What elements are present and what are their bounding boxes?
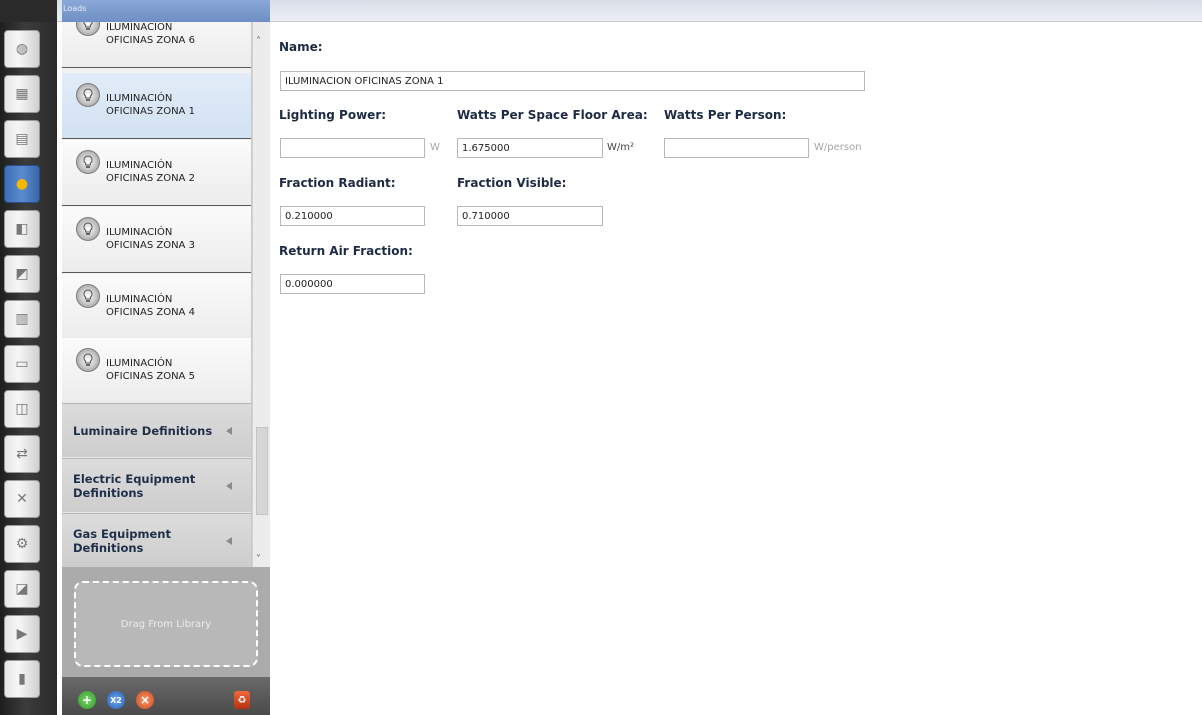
header-dark-area xyxy=(0,0,57,22)
run-simulation-icon[interactable]: ▶ xyxy=(4,615,40,653)
list-item-label: OFICINAS ZONA 3 xyxy=(106,240,195,251)
variables-icon[interactable]: ✕ xyxy=(4,480,40,518)
add-icon[interactable]: + xyxy=(78,691,96,709)
remove-icon[interactable]: × xyxy=(136,691,154,709)
facility-icon[interactable]: ▥ xyxy=(4,300,40,338)
lighting-power-unit: W xyxy=(430,142,440,153)
fraction-radiant-label: Fraction Radiant: xyxy=(279,176,396,190)
list-scrollbar[interactable]: ˄ ˅ xyxy=(252,22,270,567)
geometry-icon[interactable]: ◩ xyxy=(4,255,40,293)
purge-icon[interactable]: ♻ xyxy=(234,691,250,709)
space-types-icon[interactable]: ◧ xyxy=(4,210,40,248)
scroll-down-icon[interactable]: ˅ xyxy=(256,554,261,565)
list-item[interactable]: ILUMINACIÓN OFICINAS ZONA 4 xyxy=(62,274,251,340)
section-label: Electric Equipment Definitions xyxy=(73,471,196,500)
lighting-power-field[interactable] xyxy=(280,138,425,158)
list-item-label: OFICINAS ZONA 5 xyxy=(106,371,195,382)
list-item-label: OFICINAS ZONA 2 xyxy=(106,173,195,184)
expand-arrow-icon xyxy=(226,427,232,435)
list-item-selected[interactable]: ILUMINACIÓN OFICINAS ZONA 1 xyxy=(62,73,251,139)
constructions-icon[interactable]: ▤ xyxy=(4,120,40,158)
light-bulb-icon xyxy=(76,22,100,36)
thermal-zones-icon[interactable]: ◫ xyxy=(4,390,40,428)
scripts-icon[interactable]: ◪ xyxy=(4,570,40,608)
scroll-up-icon[interactable]: ˄ xyxy=(256,36,261,47)
list-item-label: ILUMINACIÓN xyxy=(106,160,173,171)
section-label: Luminaire Definitions xyxy=(73,423,213,438)
section-label: Gas Equipment Definitions xyxy=(73,526,171,555)
watts-area-label: Watts Per Space Floor Area: xyxy=(457,108,648,122)
top-header: Loads xyxy=(0,0,1202,22)
loads-list: ILUMINACIÓN OFICINAS ZONA 6 ILUMINACIÓN … xyxy=(62,22,252,567)
spaces-icon[interactable]: ▭ xyxy=(4,345,40,383)
light-bulb-icon xyxy=(76,150,100,174)
light-bulb-icon xyxy=(76,284,100,308)
watts-area-unit: W/m² xyxy=(607,142,635,153)
fraction-visible-field[interactable] xyxy=(457,206,603,226)
light-bulb-icon xyxy=(76,348,100,372)
list-item[interactable]: ILUMINACIÓN OFICINAS ZONA 3 xyxy=(62,207,251,273)
drag-from-library-zone[interactable]: Drag From Library xyxy=(74,581,258,667)
return-air-label: Return Air Fraction: xyxy=(279,244,413,258)
name-field[interactable] xyxy=(280,71,865,91)
list-actions-bar: + X2 × ♻ xyxy=(62,677,270,715)
watts-person-unit: W/person xyxy=(814,142,862,153)
fraction-radiant-field[interactable] xyxy=(280,206,425,226)
scroll-thumb[interactable] xyxy=(256,427,268,515)
schedules-icon[interactable]: ▦ xyxy=(4,75,40,113)
watts-person-label: Watts Per Person: xyxy=(664,108,787,122)
list-item[interactable]: ILUMINACIÓN OFICINAS ZONA 5 xyxy=(62,338,251,404)
list-item-label: ILUMINACIÓN xyxy=(106,227,173,238)
list-item-label: OFICINAS ZONA 1 xyxy=(106,106,195,117)
watts-person-field[interactable] xyxy=(664,138,809,158)
list-item-label: OFICINAS ZONA 4 xyxy=(106,307,195,318)
list-item[interactable]: ILUMINACIÓN OFICINAS ZONA 2 xyxy=(62,140,251,206)
watts-area-field[interactable] xyxy=(457,138,603,158)
library-panel: Drag From Library xyxy=(62,567,270,677)
section-luminaire-definitions[interactable]: Luminaire Definitions xyxy=(62,403,251,458)
list-item-label: ILUMINACIÓN xyxy=(106,22,173,33)
inspector-form: Name: Lighting Power: W Watts Per Space … xyxy=(272,22,1202,715)
light-bulb-icon xyxy=(76,83,100,107)
loads-icon[interactable]: ● xyxy=(4,165,40,203)
copy-icon[interactable]: X2 xyxy=(107,691,125,709)
lighting-power-label: Lighting Power: xyxy=(279,108,387,122)
main-toolbar: ◍ ▦ ▤ ● ◧ ◩ ▥ ▭ ◫ ⇄ ✕ ⚙ ◪ ▶ ▮ xyxy=(0,22,57,715)
list-item[interactable]: ILUMINACIÓN OFICINAS ZONA 6 xyxy=(62,22,251,68)
list-item-label: ILUMINACIÓN xyxy=(106,93,173,104)
return-air-field[interactable] xyxy=(280,274,425,294)
section-electric-equipment-definitions[interactable]: Electric Equipment Definitions xyxy=(62,458,251,513)
light-bulb-icon xyxy=(76,217,100,241)
section-gas-equipment-definitions[interactable]: Gas Equipment Definitions xyxy=(62,513,251,567)
site-icon[interactable]: ◍ xyxy=(4,30,40,68)
expand-arrow-icon xyxy=(226,482,232,490)
name-label: Name: xyxy=(279,40,323,54)
panel-title: Loads xyxy=(62,0,270,22)
list-item-label: OFICINAS ZONA 6 xyxy=(106,35,195,46)
hvac-systems-icon[interactable]: ⇄ xyxy=(4,435,40,473)
list-item-label: ILUMINACIÓN xyxy=(106,294,173,305)
fraction-visible-label: Fraction Visible: xyxy=(457,176,567,190)
results-summary-icon[interactable]: ▮ xyxy=(4,660,40,698)
simulation-settings-icon[interactable]: ⚙ xyxy=(4,525,40,563)
list-item-label: ILUMINACIÓN xyxy=(106,358,173,369)
expand-arrow-icon xyxy=(226,537,232,545)
